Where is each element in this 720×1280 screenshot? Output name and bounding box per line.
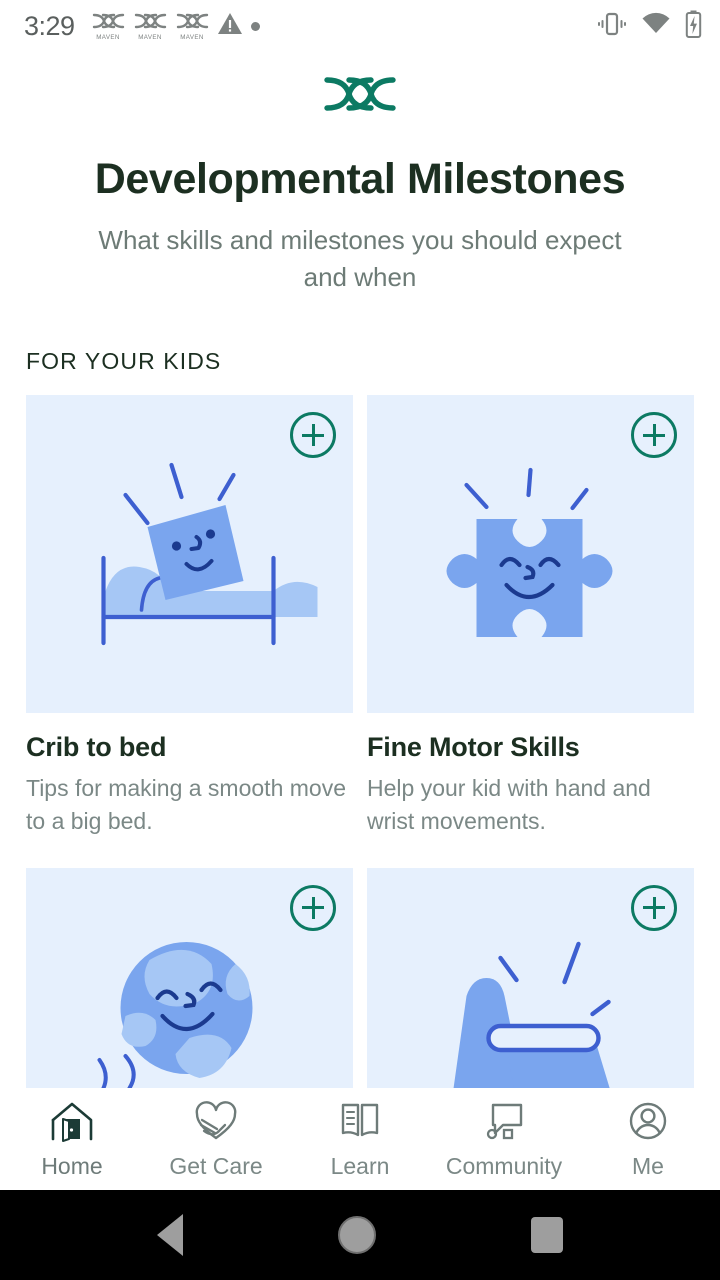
maven-logo-icon: MAVEN <box>91 11 125 41</box>
card-title: Crib to bed <box>26 732 353 763</box>
tab-label: Me <box>632 1153 664 1180</box>
person-avatar-icon <box>625 1099 671 1148</box>
vibrate-icon <box>597 11 627 42</box>
tab-learn[interactable]: Learn <box>288 1099 432 1180</box>
battery-charging-icon <box>685 10 702 43</box>
recent-apps-button[interactable] <box>531 1217 563 1253</box>
card-title: Fine Motor Skills <box>367 732 694 763</box>
android-navigation-bar <box>0 1190 720 1280</box>
tab-label: Home <box>41 1153 102 1180</box>
add-icon[interactable] <box>631 412 677 458</box>
add-icon[interactable] <box>631 885 677 931</box>
section-header-for-your-kids: FOR YOUR KIDS <box>26 348 720 375</box>
home-button[interactable] <box>338 1216 376 1254</box>
heart-hand-icon <box>193 1099 239 1148</box>
warning-triangle-icon <box>217 11 243 41</box>
svg-text:MAVEN: MAVEN <box>138 34 162 41</box>
open-book-icon <box>337 1099 383 1148</box>
milestone-card-grid: Crib to bed Tips for making a smooth mov… <box>0 395 720 1088</box>
tab-get-care[interactable]: Get Care <box>144 1099 288 1180</box>
tab-label: Learn <box>331 1153 390 1180</box>
speech-bubble-icon <box>481 1099 527 1148</box>
milestone-card[interactable] <box>26 868 353 1088</box>
card-thumbnail[interactable] <box>367 868 694 1088</box>
house-door-icon <box>49 1099 95 1148</box>
add-icon[interactable] <box>290 412 336 458</box>
tab-label: Get Care <box>169 1153 262 1180</box>
milestone-card[interactable]: Crib to bed Tips for making a smooth mov… <box>26 395 353 837</box>
milestone-card[interactable]: Fine Motor Skills Help your kid with han… <box>367 395 694 837</box>
android-status-bar: 3:29 MAVEN MAVEN <box>0 0 720 52</box>
svg-text:MAVEN: MAVEN <box>180 34 204 41</box>
status-bar-notification-icons: MAVEN MAVEN <box>91 11 260 41</box>
tab-me[interactable]: Me <box>576 1099 720 1180</box>
card-description: Help your kid with hand and wrist moveme… <box>367 772 694 837</box>
maven-helix-logo <box>321 72 399 121</box>
wifi-icon <box>641 12 671 41</box>
back-button[interactable] <box>157 1214 183 1256</box>
bottom-tab-bar: Home Get Care <box>0 1088 720 1190</box>
tab-label: Community <box>446 1153 562 1180</box>
maven-logo-icon: MAVEN <box>133 11 167 41</box>
dot-icon <box>251 22 260 31</box>
tab-community[interactable]: Community <box>432 1099 576 1180</box>
maven-logo-icon: MAVEN <box>175 11 209 41</box>
card-thumbnail[interactable] <box>367 395 694 713</box>
tab-home[interactable]: Home <box>0 1099 144 1180</box>
status-bar-clock: 3:29 <box>24 11 75 42</box>
card-thumbnail[interactable] <box>26 868 353 1088</box>
card-thumbnail[interactable] <box>26 395 353 713</box>
page-title: Developmental Milestones <box>0 155 720 204</box>
status-bar-system-icons <box>597 10 702 43</box>
milestone-card[interactable] <box>367 868 694 1088</box>
app-logo <box>0 52 720 121</box>
card-description: Tips for making a smooth move to a big b… <box>26 772 353 837</box>
add-icon[interactable] <box>290 885 336 931</box>
page-subtitle: What skills and milestones you should ex… <box>0 222 720 296</box>
page-scroll-container[interactable]: Developmental Milestones What skills and… <box>0 52 720 1088</box>
svg-text:MAVEN: MAVEN <box>96 34 120 41</box>
